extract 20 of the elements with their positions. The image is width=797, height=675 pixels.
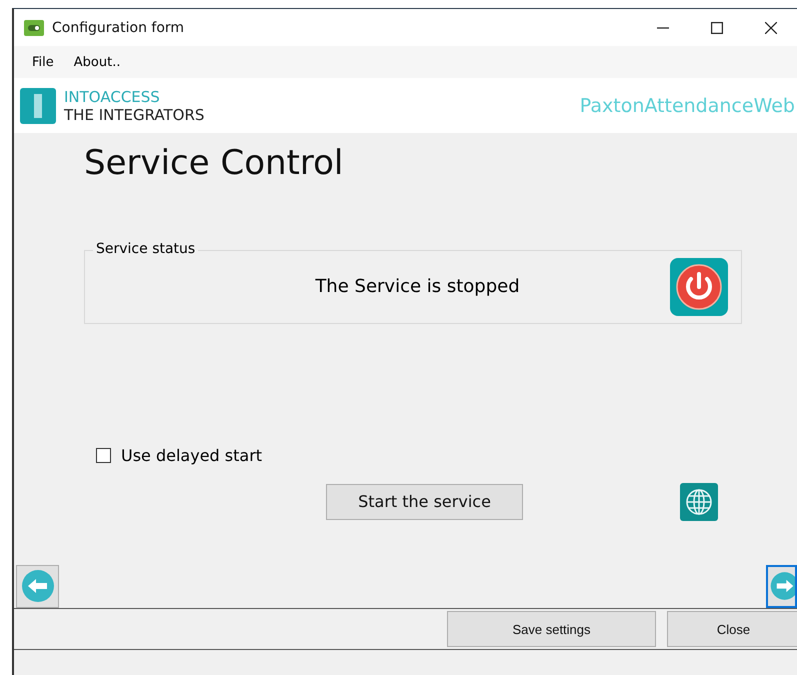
status-message: The Service is stopped [314, 276, 521, 298]
globe-icon[interactable] [680, 482, 718, 521]
save-settings-button[interactable]: Save settings [447, 611, 656, 647]
product-name: PaxtonAttendanceWeb [580, 94, 795, 116]
checkbox-label: Use delayed start [121, 446, 262, 465]
brand-name: INTOACCESS [64, 88, 161, 106]
menu-item[interactable]: File [32, 54, 54, 70]
maximize-icon[interactable] [711, 22, 723, 34]
power-icon[interactable] [670, 258, 728, 316]
logo-icon [20, 88, 56, 124]
close-button[interactable]: Close [667, 611, 797, 647]
brand-tagline: THE INTEGRATORS [64, 106, 204, 124]
window-title: Configuration form [52, 20, 184, 36]
next-button[interactable] [766, 564, 797, 608]
start-service-button[interactable]: Start the service [326, 484, 523, 520]
close-icon[interactable] [765, 22, 777, 34]
menu-item[interactable]: About.. [74, 54, 120, 70]
app-icon [24, 20, 44, 36]
page-title: Service Control [84, 143, 344, 185]
delayed-start-checkbox[interactable] [96, 448, 111, 463]
